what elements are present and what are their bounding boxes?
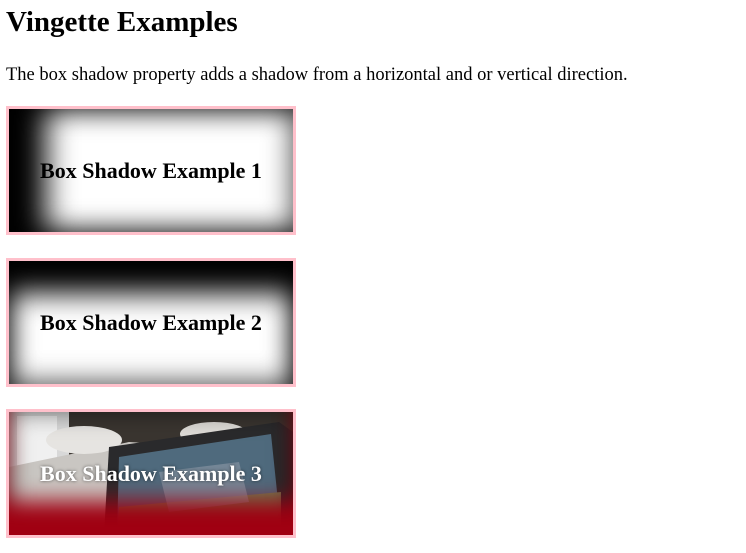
page-title: Vingette Examples bbox=[6, 6, 238, 38]
intro-text: The box shadow property adds a shadow fr… bbox=[6, 65, 628, 85]
box-shadow-example-1: Box Shadow Example 1 bbox=[6, 106, 296, 235]
box-label-1: Box Shadow Example 1 bbox=[40, 157, 262, 183]
box-shadow-example-2: Box Shadow Example 2 bbox=[6, 258, 296, 387]
box-shadow-example-3: Box Shadow Example 3 bbox=[6, 409, 296, 538]
box-label-3: Box Shadow Example 3 bbox=[40, 460, 262, 486]
box-label-2: Box Shadow Example 2 bbox=[40, 309, 262, 335]
